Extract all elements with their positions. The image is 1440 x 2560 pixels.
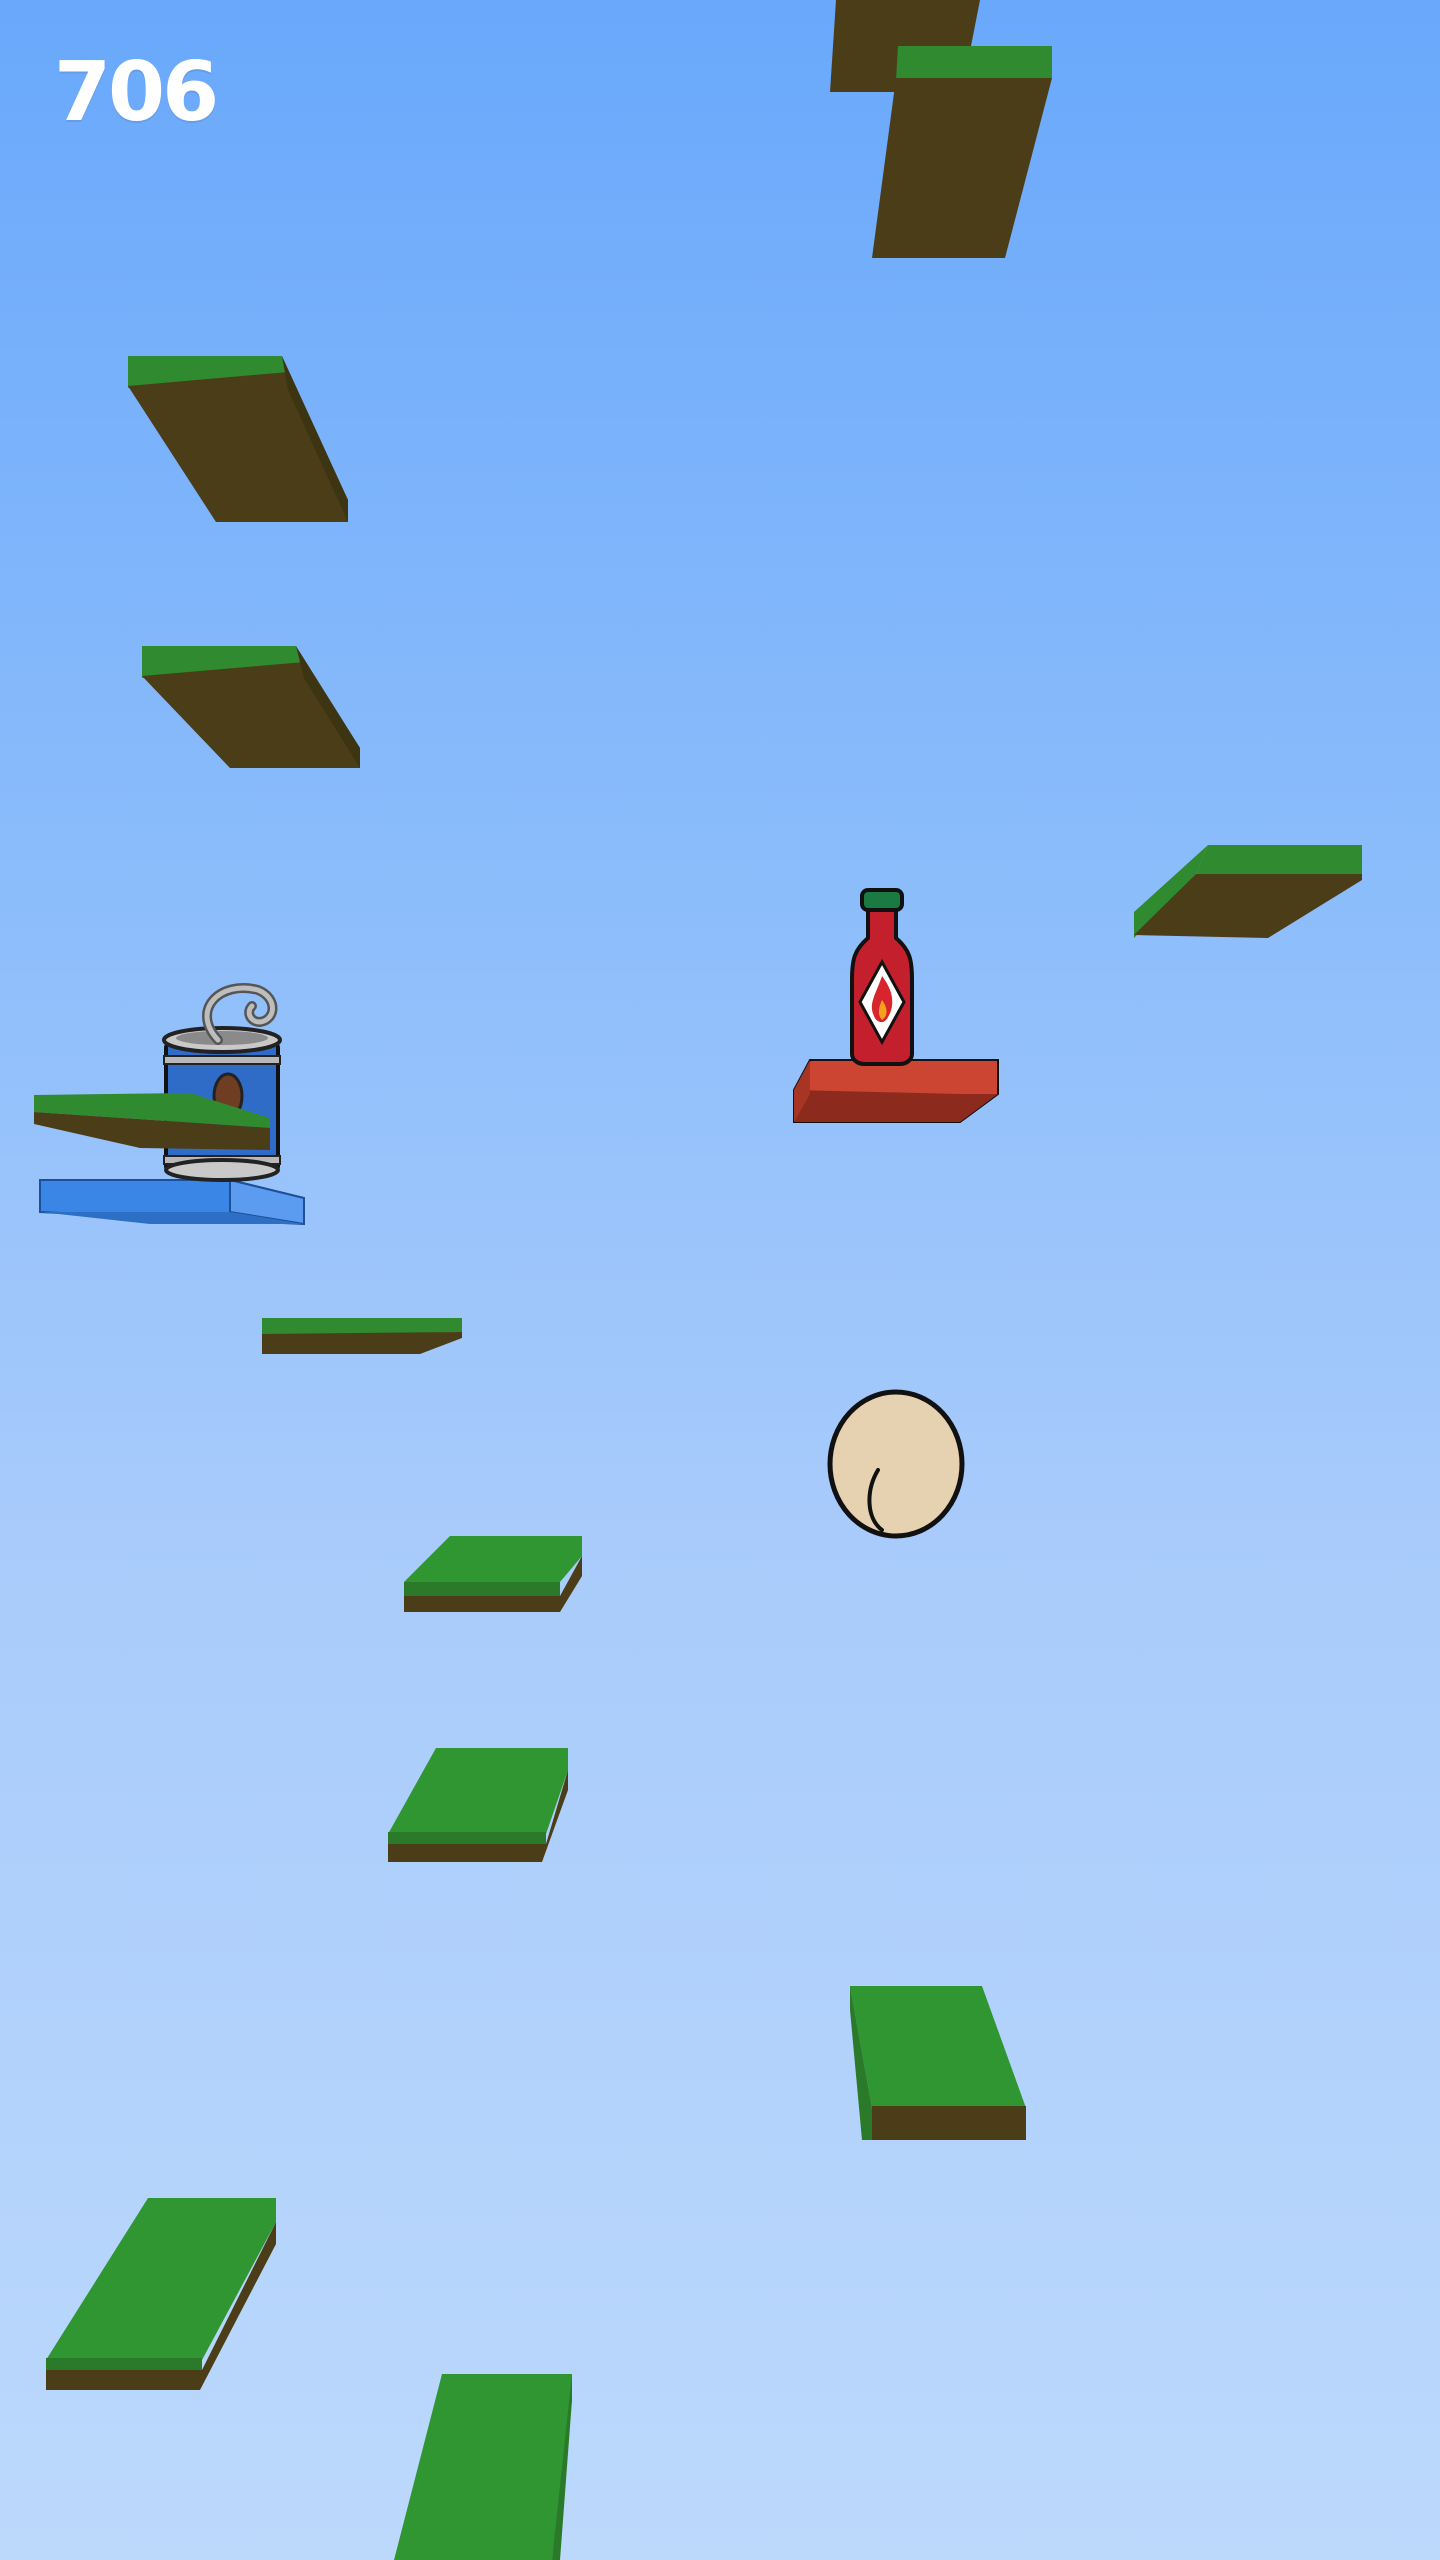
hot-sauce-bottle-powerup <box>850 888 914 1066</box>
platform <box>404 1536 582 1612</box>
platform <box>388 1748 568 1862</box>
bounce-pad-blue <box>39 1178 305 1226</box>
can-of-beans-powerup <box>162 983 282 1182</box>
platform <box>394 2374 572 2560</box>
platform <box>262 1318 462 1354</box>
platform <box>142 646 360 768</box>
player-character <box>827 1389 965 1539</box>
platform <box>1134 845 1362 938</box>
platform <box>872 46 1052 258</box>
platform <box>46 2198 276 2390</box>
platform <box>128 356 348 522</box>
platform <box>850 1986 1026 2140</box>
game-scene <box>34 0 1362 2560</box>
hot-pad-red <box>793 1059 999 1123</box>
